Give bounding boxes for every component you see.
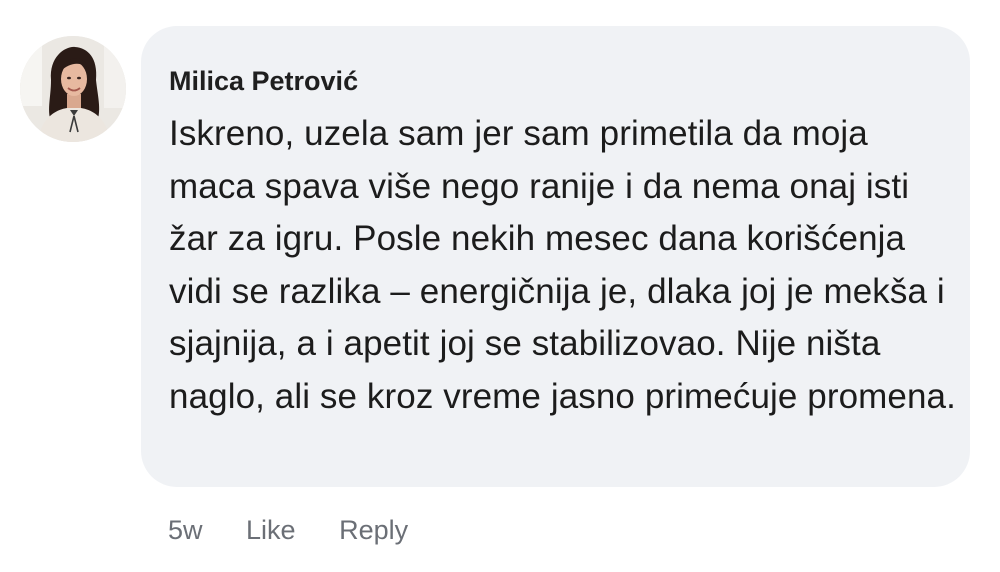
comment: Milica Petrović Iskreno, uzela sam jer s… (0, 0, 1000, 572)
comment-author[interactable]: Milica Petrović (169, 64, 942, 98)
comment-text: Iskreno, uzela sam jer sam primetila da … (169, 114, 956, 416)
avatar[interactable] (20, 36, 126, 142)
comment-bubble: Milica Petrović Iskreno, uzela sam jer s… (141, 26, 970, 487)
reply-button[interactable]: Reply (339, 512, 408, 548)
profile-photo-icon (20, 36, 126, 142)
comment-timestamp[interactable]: 5w (168, 512, 203, 548)
like-button[interactable]: Like (246, 512, 296, 548)
comment-actions: 5w Like Reply (168, 512, 408, 548)
